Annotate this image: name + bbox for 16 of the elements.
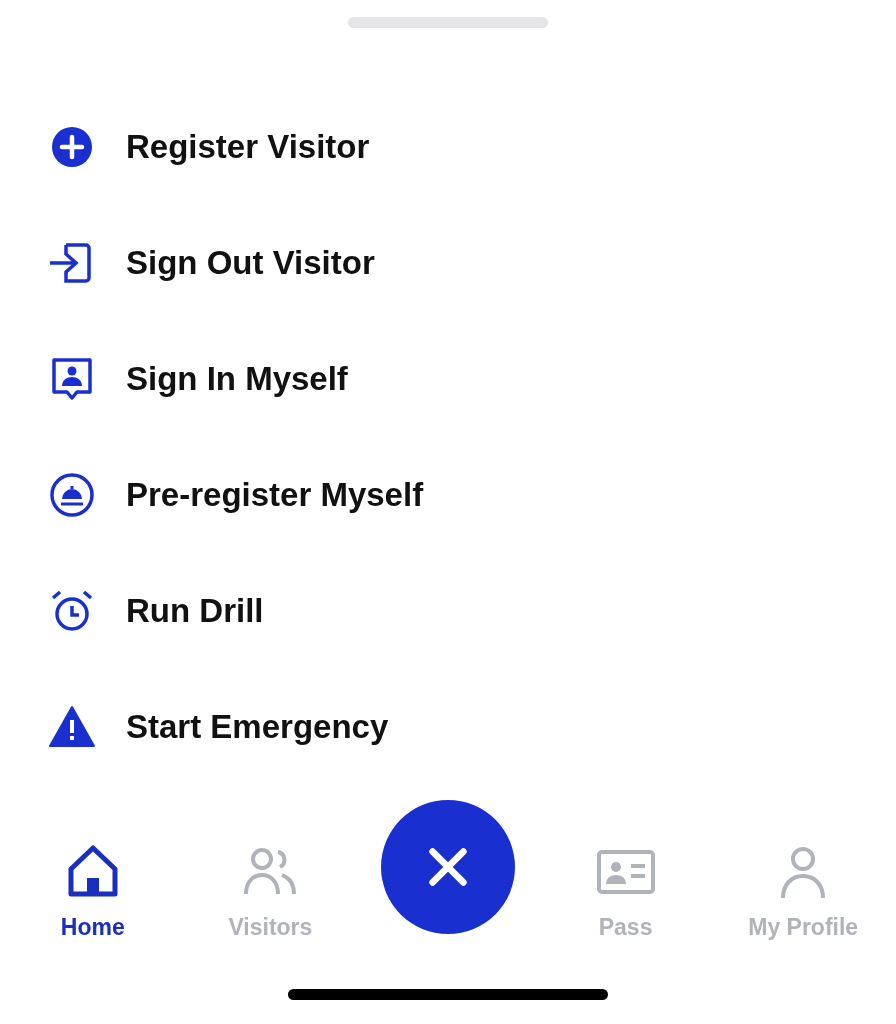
tab-item[interactable]: Home bbox=[4, 800, 182, 941]
menu-label: Register Visitor bbox=[126, 128, 370, 166]
menu-label: Sign Out Visitor bbox=[126, 244, 375, 282]
menu-item[interactable]: Sign In Myself bbox=[0, 321, 896, 437]
menu-item[interactable]: Register Visitor bbox=[0, 89, 896, 205]
sheet-handle[interactable] bbox=[348, 17, 548, 28]
menu-label: Run Drill bbox=[126, 592, 264, 630]
menu-item[interactable]: Pre-register Myself bbox=[0, 437, 896, 553]
close-icon bbox=[426, 845, 470, 889]
menu-label: Sign In Myself bbox=[126, 360, 348, 398]
menu-label: Pre-register Myself bbox=[126, 476, 424, 514]
service-bell-icon bbox=[48, 471, 96, 519]
menu-item[interactable]: Sign Out Visitor bbox=[0, 205, 896, 321]
menu-item[interactable]: Run Drill bbox=[0, 553, 896, 669]
menu-label: Start Emergency bbox=[126, 708, 389, 746]
menu-item[interactable]: Start Emergency bbox=[0, 669, 896, 785]
